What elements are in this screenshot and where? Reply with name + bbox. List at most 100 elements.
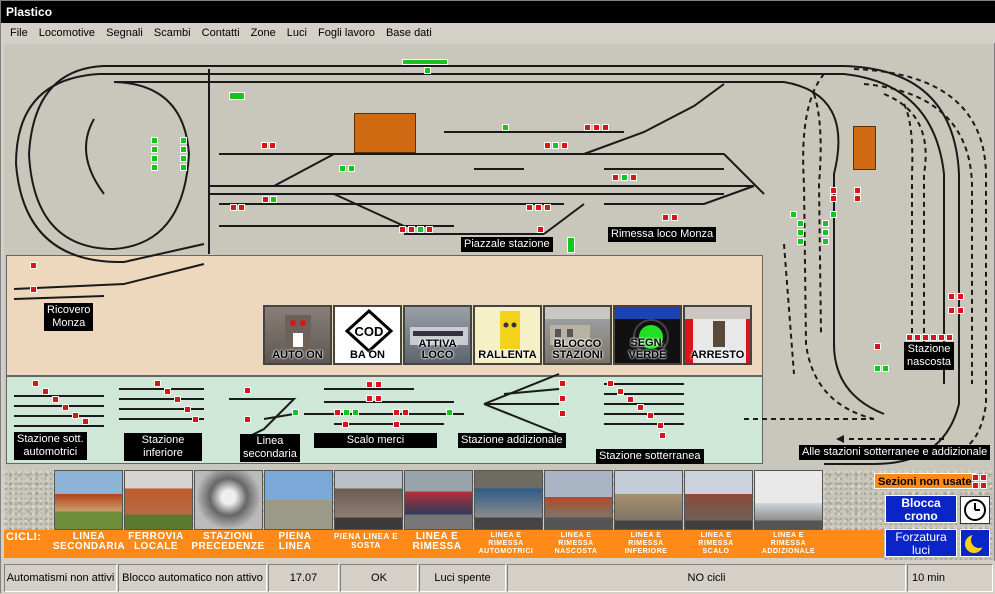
signal[interactable] xyxy=(151,164,158,171)
signal[interactable] xyxy=(151,155,158,162)
signal[interactable] xyxy=(32,380,39,387)
signal[interactable] xyxy=(238,204,245,211)
signal[interactable] xyxy=(797,238,804,245)
signal[interactable] xyxy=(180,146,187,153)
cicli-linea-secondaria[interactable]: LINEA SECONDARIA xyxy=(49,532,129,552)
signal[interactable] xyxy=(402,409,409,416)
signal[interactable] xyxy=(822,229,829,236)
signal[interactable] xyxy=(180,137,187,144)
signal[interactable] xyxy=(399,226,406,233)
signal[interactable] xyxy=(426,226,433,233)
signal[interactable] xyxy=(348,165,355,172)
cicli-photo-linea-rimessa-automotrici[interactable] xyxy=(474,470,543,530)
signal[interactable] xyxy=(446,409,453,416)
signal[interactable] xyxy=(544,204,551,211)
signal[interactable] xyxy=(230,204,237,211)
menu-fogli-lavoro[interactable]: Fogli lavoro xyxy=(314,23,379,43)
cicli-photo-ferrovia-locale[interactable] xyxy=(124,470,193,530)
signal[interactable] xyxy=(637,404,644,411)
cicli-photo-piena-linea[interactable] xyxy=(264,470,333,530)
signal[interactable] xyxy=(671,214,678,221)
cicli-stazioni-precedenze[interactable]: STAZIONI PRECEDENZE xyxy=(190,532,266,552)
signal[interactable] xyxy=(42,388,49,395)
signal[interactable] xyxy=(607,380,614,387)
signal[interactable] xyxy=(366,381,373,388)
signal[interactable] xyxy=(612,174,619,181)
signal[interactable] xyxy=(559,380,566,387)
ba-on-button[interactable]: COD BA ON xyxy=(333,305,402,365)
signal[interactable] xyxy=(244,387,251,394)
signal[interactable] xyxy=(906,334,913,341)
cicli-photo-linea-secondaria[interactable] xyxy=(54,470,123,530)
moon-icon[interactable] xyxy=(960,529,990,557)
signal[interactable] xyxy=(647,412,654,419)
signal[interactable] xyxy=(164,388,171,395)
signal[interactable] xyxy=(334,409,341,416)
signal[interactable] xyxy=(790,211,797,218)
signal[interactable] xyxy=(526,204,533,211)
signal[interactable] xyxy=(342,421,349,428)
cicli-linea-rimessa-addizionale[interactable]: LINEA E RIMESSA ADDIZIONALE xyxy=(751,532,826,556)
cicli-piena-linea[interactable]: PIENA LINEA xyxy=(264,532,326,552)
forzatura-luci-button[interactable]: Forzatura luci xyxy=(885,529,957,557)
signal[interactable] xyxy=(854,195,861,202)
cicli-photo-linea-rimessa-inferiore[interactable] xyxy=(614,470,683,530)
signal[interactable] xyxy=(261,142,268,149)
signal[interactable] xyxy=(659,432,666,439)
sezioni-signal[interactable] xyxy=(980,474,987,481)
signal[interactable] xyxy=(561,142,568,149)
signal[interactable] xyxy=(930,334,937,341)
signal[interactable] xyxy=(948,307,955,314)
signal[interactable] xyxy=(957,293,964,300)
cicli-photo-stazioni-precedenze[interactable] xyxy=(194,470,263,530)
signal[interactable] xyxy=(82,418,89,425)
signal[interactable] xyxy=(424,67,431,74)
signal[interactable] xyxy=(352,409,359,416)
cicli-linea-rimessa[interactable]: LINEA E RIMESSA xyxy=(402,532,472,552)
blocco-stazioni-button[interactable]: BLOCCO STAZIONI xyxy=(543,305,612,365)
menu-file[interactable]: File xyxy=(1,23,32,43)
signal[interactable] xyxy=(797,220,804,227)
blocca-crono-button[interactable]: Blocca crono xyxy=(885,495,957,523)
rallenta-button[interactable]: RALLENTA xyxy=(473,305,542,365)
cicli-photo-linea-rimessa-addizionale[interactable] xyxy=(754,470,823,530)
signal[interactable] xyxy=(822,238,829,245)
signal[interactable] xyxy=(184,406,191,413)
signal[interactable] xyxy=(30,262,37,269)
signal[interactable] xyxy=(854,187,861,194)
signal[interactable] xyxy=(366,395,373,402)
track-section-piazzale[interactable] xyxy=(567,237,575,253)
cicli-linea-rimessa-scalo[interactable]: LINEA E RIMESSA SCALO xyxy=(681,532,751,556)
menu-segnali[interactable]: Segnali xyxy=(102,23,147,43)
signal[interactable] xyxy=(797,229,804,236)
signal[interactable] xyxy=(602,124,609,131)
sezioni-signal[interactable] xyxy=(972,474,979,481)
sezioni-signal[interactable] xyxy=(980,482,987,489)
signal[interactable] xyxy=(343,409,350,416)
signal[interactable] xyxy=(269,142,276,149)
signal[interactable] xyxy=(946,334,953,341)
signal[interactable] xyxy=(262,196,269,203)
signal[interactable] xyxy=(662,214,669,221)
sezioni-signal[interactable] xyxy=(972,482,979,489)
signal[interactable] xyxy=(192,416,199,423)
segn-verde-button[interactable]: SEGN. VERDE xyxy=(613,305,682,365)
attiva-loco-button[interactable]: ATTIVA LOCO xyxy=(403,305,472,365)
signal[interactable] xyxy=(552,142,559,149)
signal[interactable] xyxy=(544,142,551,149)
signal[interactable] xyxy=(559,410,566,417)
signal[interactable] xyxy=(830,187,837,194)
signal[interactable] xyxy=(339,165,346,172)
signal[interactable] xyxy=(72,412,79,419)
signal[interactable] xyxy=(375,381,382,388)
signal[interactable] xyxy=(593,124,600,131)
signal[interactable] xyxy=(151,146,158,153)
cicli-piena-linea-sosta[interactable]: PIENA LINEA E SOSTA xyxy=(326,532,406,550)
signal[interactable] xyxy=(535,204,542,211)
signal[interactable] xyxy=(502,124,509,131)
menu-zone[interactable]: Zone xyxy=(247,23,280,43)
signal[interactable] xyxy=(627,396,634,403)
menu-contatti[interactable]: Contatti xyxy=(198,23,244,43)
signal[interactable] xyxy=(559,395,566,402)
cicli-photo-linea-rimessa[interactable] xyxy=(404,470,473,530)
